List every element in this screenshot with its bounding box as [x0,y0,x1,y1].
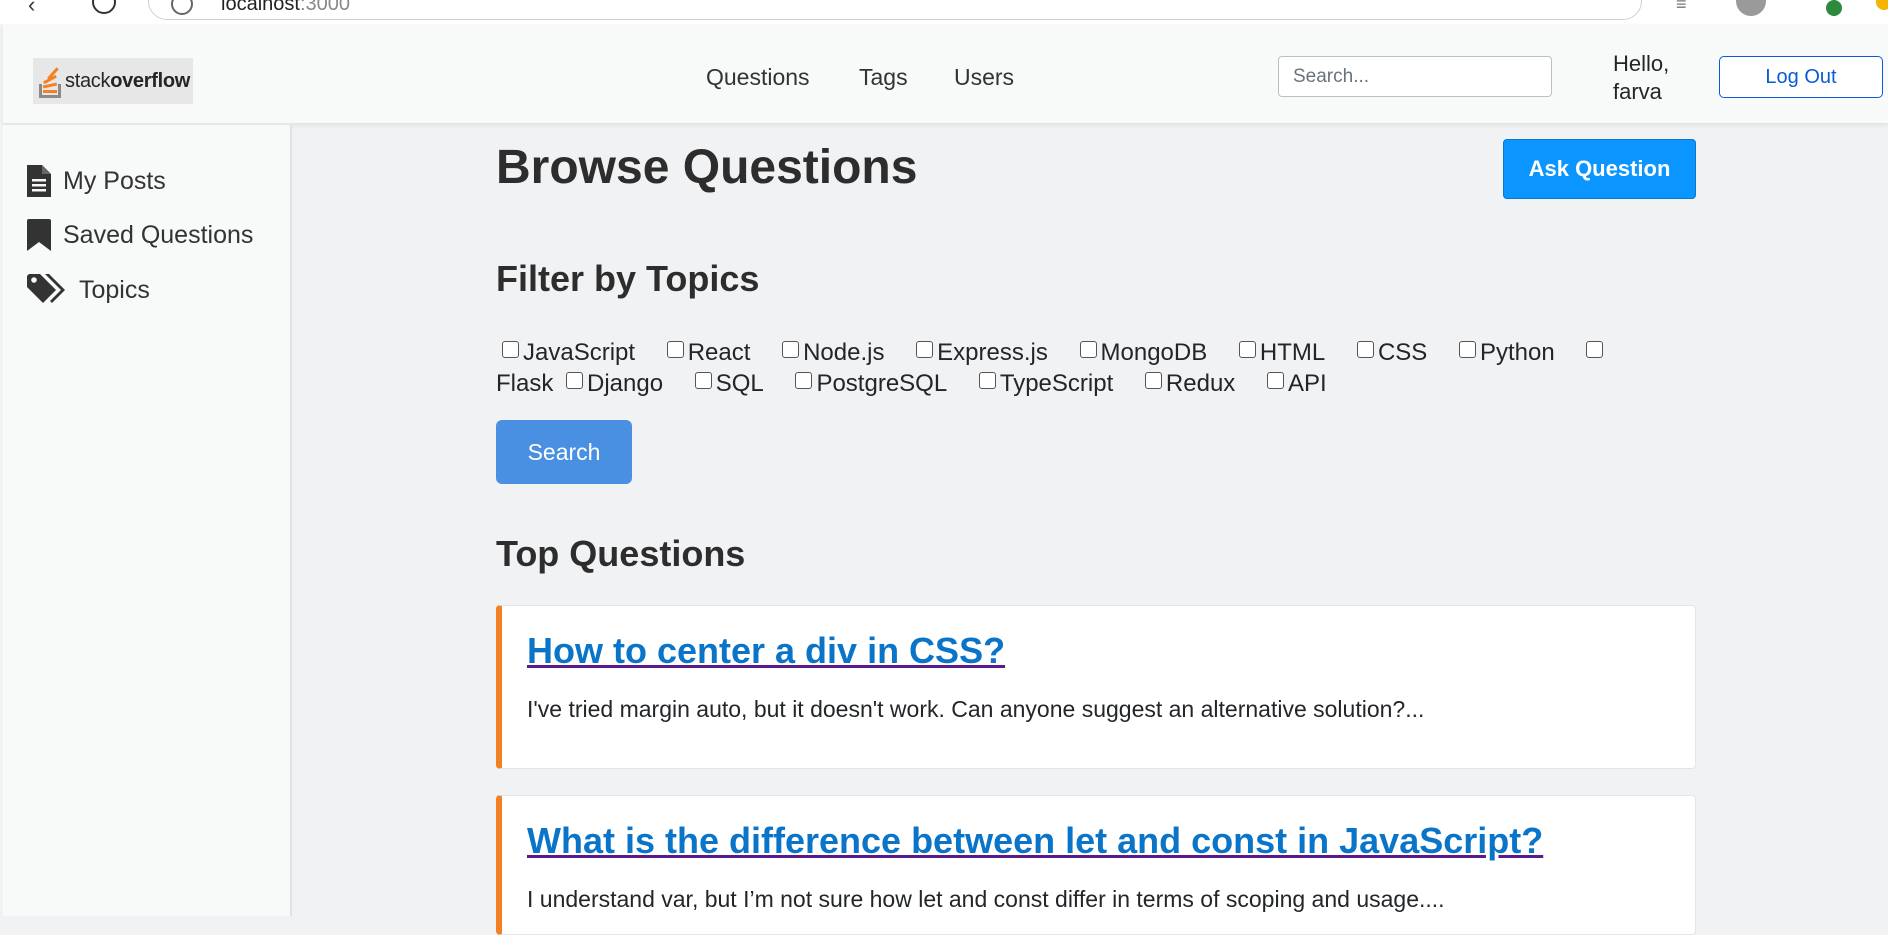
question-excerpt: I've tried margin auto, but it doesn't w… [527,696,1425,722]
topic-option[interactable]: HTML [1233,339,1325,366]
logo-wordmark: stackoverflow [65,69,191,92]
reload-icon[interactable] [92,0,116,14]
user-greeting: Hello, farva [1613,51,1670,104]
topic-option[interactable]: PostgreSQL [789,370,947,397]
topic-option[interactable]: API [1261,370,1327,397]
topic-option[interactable]: React [661,339,750,366]
nav-users[interactable]: Users [954,64,1014,91]
topic-option[interactable]: TypeScript [973,370,1113,397]
sidebar: My Posts Saved Questions Topics [3,125,292,916]
search-input[interactable] [1278,56,1552,97]
topic-option[interactable]: Express.js [910,339,1048,366]
nav-tags[interactable]: Tags [859,64,908,91]
topic-checkbox[interactable] [1238,341,1256,358]
ask-question-button[interactable]: Ask Question [1503,139,1696,199]
back-arrow-icon[interactable]: ‹ [28,0,35,18]
sidebar-item-saved-questions[interactable]: Saved Questions [27,219,253,251]
topic-checkbox[interactable] [795,372,813,389]
topic-checkbox[interactable] [666,341,684,358]
topic-option[interactable]: JavaScript [496,339,635,366]
topic-checkbox[interactable] [978,372,996,389]
topic-option[interactable]: MongoDB [1074,339,1207,366]
top-questions-heading: Top Questions [496,533,746,574]
sidebar-item-label: My Posts [63,166,166,195]
sidebar-item-label: Topics [79,275,150,304]
topic-option[interactable]: CSS [1351,339,1427,366]
site-header: stackoverflow Questions Tags Users Hello… [3,24,1888,124]
topic-search-button[interactable]: Search [496,420,632,484]
topic-checkbox[interactable] [1144,372,1162,389]
question-card: How to center a div in CSS? I've tried m… [496,605,1696,769]
bookmark-icon [27,219,51,251]
address-url: localhost:3000 [221,0,350,15]
topic-checkbox[interactable] [566,372,584,389]
logout-button[interactable]: Log Out [1719,56,1883,98]
topic-checkbox[interactable] [1586,341,1604,358]
question-excerpt: I understand var, but I’m not sure how l… [527,886,1445,912]
topic-checkbox[interactable] [782,341,800,358]
profile-avatar-icon[interactable] [1736,0,1766,16]
tags-icon [27,274,65,303]
topic-option[interactable]: Python [1453,339,1555,366]
browser-toolbar: ‹ localhost:3000 ⚷ ◫ ☆ ≡ [0,0,1888,24]
question-card: What is the difference between let and c… [496,795,1696,935]
site-info-icon[interactable] [171,0,193,15]
sidebar-item-my-posts[interactable]: My Posts [27,165,166,197]
file-text-icon [27,165,51,197]
topic-option[interactable]: Django [560,370,663,397]
sidebar-item-label: Saved Questions [63,220,254,249]
topic-checkbox[interactable] [1079,341,1097,358]
topic-filter-list: JavaScript React Node.js Express.js Mong… [496,337,1646,399]
topic-checkbox[interactable] [916,341,934,358]
topic-checkbox[interactable] [1458,341,1476,358]
question-title-link[interactable]: How to center a div in CSS? [527,630,1005,672]
page-title: Browse Questions [496,141,918,194]
topic-checkbox[interactable] [1356,341,1374,358]
extension-icon[interactable] [1876,0,1888,10]
filter-heading: Filter by Topics [496,258,760,299]
topic-option[interactable]: Node.js [776,339,884,366]
question-title-link[interactable]: What is the difference between let and c… [527,820,1543,862]
stackoverflow-logo-icon [37,62,63,100]
stackoverflow-logo[interactable]: stackoverflow [33,58,193,104]
update-badge-icon[interactable] [1826,0,1842,16]
sidebar-item-topics[interactable]: Topics [27,273,150,307]
topic-checkbox[interactable] [1266,372,1284,389]
address-bar[interactable]: localhost:3000 ⚷ ◫ ☆ [148,0,1642,20]
nav-questions[interactable]: Questions [706,64,810,91]
topic-option[interactable]: SQL [689,370,764,397]
topic-option-label[interactable]: Flask [496,370,553,397]
topic-checkbox[interactable] [694,372,712,389]
topic-checkbox[interactable] [502,341,519,358]
topic-option[interactable]: Redux [1139,370,1235,397]
favorites-list-icon[interactable]: ≡ [1676,0,1687,15]
